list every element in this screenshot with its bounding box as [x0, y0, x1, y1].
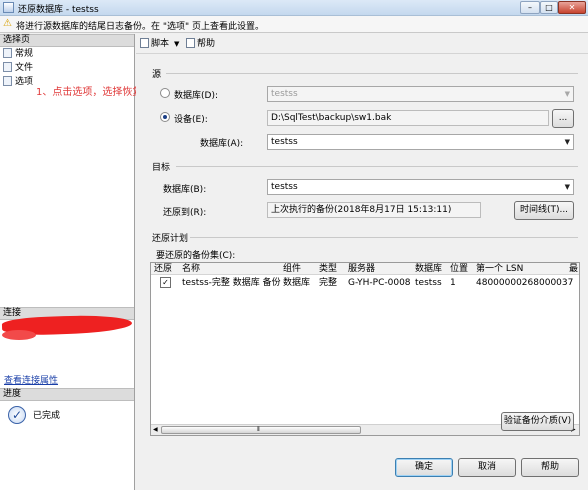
column-header[interactable]: 类型	[319, 263, 337, 275]
backup-database: testss	[415, 278, 442, 288]
destination-db-value: testss	[271, 182, 298, 192]
destination-section-label: 目标	[152, 163, 171, 173]
column-header[interactable]: 数据库	[415, 263, 442, 275]
pages-header: 选择页	[0, 34, 134, 47]
backup-component: 数据库	[283, 278, 311, 288]
source-db-label: 数据库(A):	[200, 139, 244, 149]
script-icon	[140, 38, 149, 48]
source-database-combo[interactable]: testss ▼	[267, 86, 574, 102]
destination-db-label: 数据库(B):	[163, 185, 207, 195]
restore-to-label: 还原到(R):	[163, 208, 207, 218]
backup-name: testss-完整 数据库 备份	[182, 278, 281, 288]
page-general-label: 常规	[15, 49, 34, 59]
restore-checkbox[interactable]: ✓	[160, 277, 171, 288]
timeline-button[interactable]: 时间线(T)...	[514, 201, 574, 220]
chevron-down-icon: ▼	[564, 183, 570, 191]
scrollbar-thumb[interactable]	[161, 426, 361, 434]
section-divider	[166, 73, 578, 74]
scroll-grip-icon: ⦀	[257, 426, 260, 433]
view-connection-properties-link[interactable]: 查看连接属性	[4, 373, 58, 386]
window-title: 还原数据库 - testss	[18, 5, 99, 15]
redaction-mark-tail	[2, 330, 36, 340]
page-icon	[3, 48, 12, 58]
source-section-label: 源	[152, 70, 162, 80]
script-label: 脚本	[151, 39, 170, 49]
device-path-field[interactable]: D:\SqlTest\backup\sw1.bak	[267, 110, 549, 126]
column-header[interactable]: 位置	[450, 263, 468, 275]
title-bar: 还原数据库 - testss – □ ✕	[0, 0, 588, 16]
progress-header: 进度	[0, 388, 134, 401]
grid-header: 还原 名称 组件 类型 服务器 数据库 位置 第一个 LSN 最	[151, 263, 579, 275]
backup-type: 完整	[319, 278, 338, 288]
destination-db-combo[interactable]: testss ▼	[267, 179, 574, 195]
database-icon	[3, 2, 14, 13]
main-panel: 脚本 ▼ 帮助 源 数据库(D): testss ▼ 设备(E): D:\Sql…	[136, 34, 588, 490]
database-source-radio[interactable]	[160, 88, 170, 98]
warning-text: 将进行源数据库的结尾日志备份。在 "选项" 页上查看此设置。	[16, 22, 265, 32]
column-header[interactable]: 还原	[154, 263, 172, 275]
page-options-label: 选项	[15, 77, 34, 87]
table-row[interactable]: ✓ testss-完整 数据库 备份 数据库 完整 G-YH-PC-0008 t…	[151, 276, 579, 290]
help-footer-button[interactable]: 帮助	[521, 458, 579, 477]
warning-icon: ⚠	[3, 18, 12, 29]
script-dropdown-icon[interactable]: ▼	[174, 38, 179, 50]
browse-device-button[interactable]: ...	[552, 109, 574, 128]
section-divider	[190, 237, 578, 238]
maximize-button[interactable]: □	[540, 1, 558, 14]
backup-position: 1	[450, 278, 456, 288]
source-db-combo[interactable]: testss ▼	[267, 134, 574, 150]
scroll-left-icon[interactable]: ◀	[153, 425, 158, 435]
device-source-radio[interactable]	[160, 112, 170, 122]
source-db-value: testss	[271, 137, 298, 147]
toolbar: 脚本 ▼ 帮助	[136, 34, 588, 54]
backup-server: G-YH-PC-0008	[348, 278, 411, 288]
column-header[interactable]: 组件	[283, 263, 301, 275]
page-files-label: 文件	[15, 63, 34, 73]
ok-button[interactable]: 确定	[395, 458, 453, 477]
backup-sets-label: 要还原的备份集(C):	[156, 251, 236, 261]
script-button[interactable]: 脚本	[140, 38, 169, 50]
restore-to-field: 上次执行的备份(2018年8月17日 15:13:11)	[267, 202, 481, 218]
page-files[interactable]: 文件	[3, 62, 33, 74]
page-icon	[3, 76, 12, 86]
backup-sets-grid[interactable]: 还原 名称 组件 类型 服务器 数据库 位置 第一个 LSN 最 ✓ tests…	[150, 262, 580, 436]
chevron-down-icon: ▼	[564, 90, 570, 98]
column-header[interactable]: 服务器	[348, 263, 375, 275]
cancel-button[interactable]: 取消	[458, 458, 516, 477]
close-button[interactable]: ✕	[558, 1, 586, 14]
sidebar: 选择页 常规 文件 选项 1、点击选项，选择恢复模式 连接 查看连接属性 进度 …	[0, 34, 162, 490]
help-icon	[186, 38, 195, 48]
progress-status: 已完成	[33, 411, 61, 421]
backup-first-lsn: 48000000268000037	[476, 278, 574, 288]
page-options[interactable]: 选项	[3, 76, 33, 88]
source-database-value: testss	[271, 89, 298, 99]
device-source-label: 设备(E):	[174, 115, 208, 125]
section-divider	[176, 166, 578, 167]
column-header[interactable]: 最	[569, 263, 578, 275]
column-header[interactable]: 名称	[182, 263, 200, 275]
help-button[interactable]: 帮助	[186, 38, 215, 50]
page-general[interactable]: 常规	[3, 48, 33, 60]
restore-plan-section-label: 还原计划	[152, 234, 189, 244]
chevron-down-icon: ▼	[564, 138, 570, 146]
progress-complete-icon: ✓	[8, 406, 26, 424]
help-label: 帮助	[197, 39, 216, 49]
warning-bar: ⚠ 将进行源数据库的结尾日志备份。在 "选项" 页上查看此设置。	[0, 16, 588, 33]
database-source-label: 数据库(D):	[174, 91, 218, 101]
verify-backup-media-button[interactable]: 验证备份介质(V)	[501, 412, 574, 431]
column-header[interactable]: 第一个 LSN	[476, 263, 523, 275]
minimize-button[interactable]: –	[520, 1, 540, 14]
page-icon	[3, 62, 12, 72]
